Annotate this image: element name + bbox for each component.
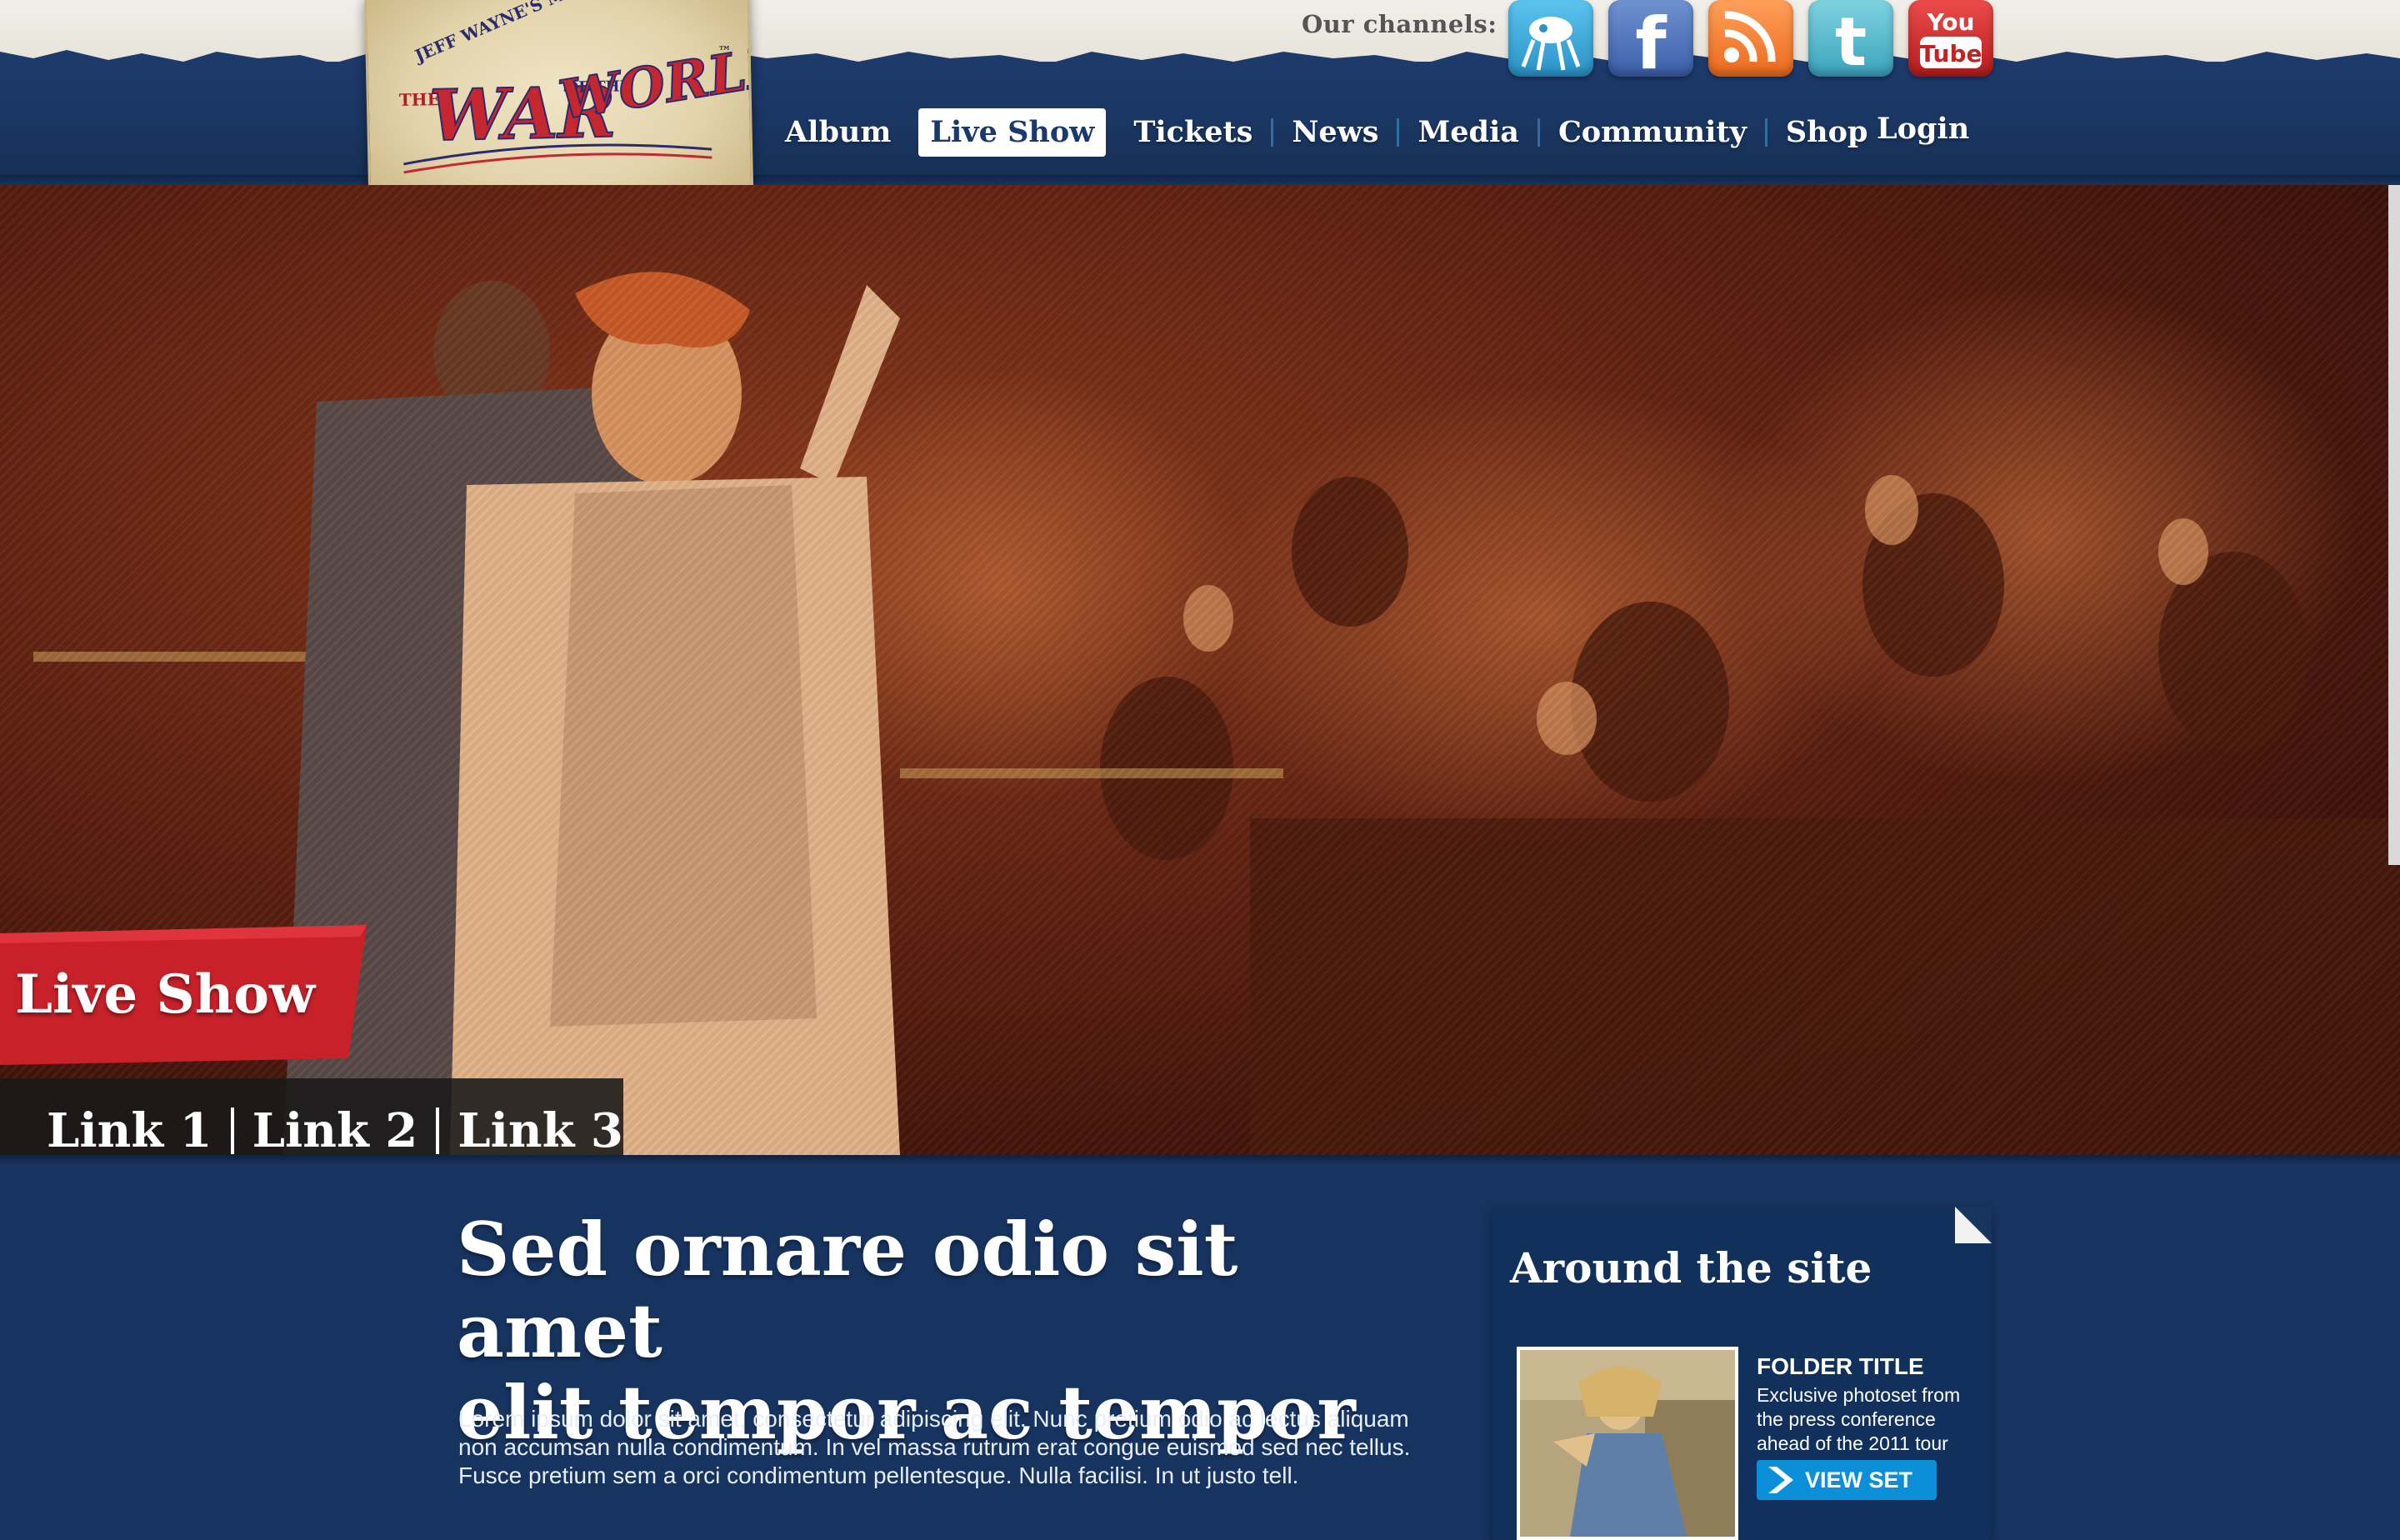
hero-link-2[interactable]: Link 2	[252, 1103, 418, 1155]
martian-icon	[1521, 17, 1581, 71]
headline-line-1: Sed ornare odio sit amet	[457, 1206, 1238, 1374]
nav-item-news[interactable]: News	[1280, 108, 1390, 157]
svg-text:f: f	[1635, 2, 1668, 77]
content-top-edge	[0, 1155, 2400, 1167]
nav-item-shop[interactable]: Shop	[1774, 108, 1880, 157]
link-separator	[436, 1108, 440, 1154]
nav-item-live-show[interactable]: Live Show	[918, 108, 1107, 157]
folder-description: Exclusive photoset from the press confer…	[1757, 1384, 1961, 1454]
nav-item-media[interactable]: Media	[1406, 108, 1530, 157]
nav-separator	[1397, 118, 1400, 147]
main-nav: Album Live Show Tickets News Media Commu…	[773, 107, 1879, 158]
martian-channel-button[interactable]	[1508, 0, 1593, 77]
logo-tm-text: ™	[718, 43, 731, 59]
facebook-icon: f	[1635, 2, 1668, 77]
view-set-button[interactable]: VIEW SET	[1757, 1460, 1937, 1500]
hero-link-3[interactable]: Link 3	[458, 1103, 623, 1155]
photoset-image	[1520, 1350, 1735, 1537]
article-body: Lorem ipsum dolor sit amet, consectetur …	[458, 1406, 1411, 1488]
view-set-label: VIEW SET	[1805, 1467, 1913, 1492]
link-separator	[230, 1108, 234, 1154]
youtube-icon: You Tube	[1920, 8, 1982, 68]
nav-separator	[1271, 118, 1274, 147]
nav-item-tickets[interactable]: Tickets	[1122, 108, 1264, 157]
rss-icon	[1724, 11, 1776, 62]
hero-links-bar: Link 1 Link 2 Link 3	[0, 1078, 623, 1155]
folder-thumbnail[interactable]	[1517, 1347, 1738, 1540]
channels-label: Our channels:	[1302, 10, 1498, 38]
svg-text:Tube: Tube	[1920, 40, 1982, 68]
folder-title[interactable]: FOLDER TITLE	[1757, 1353, 1924, 1380]
nav-separator	[1764, 118, 1768, 147]
page-fold-icon	[1955, 1207, 1992, 1243]
sidebar-title: Around the site	[1510, 1243, 1872, 1292]
login-link[interactable]: Login	[1877, 112, 1969, 146]
section-ribbon: Live Show	[0, 925, 375, 1065]
twitter-channel-button[interactable]: t	[1808, 0, 1893, 77]
hero-link-1[interactable]: Link 1	[47, 1103, 212, 1155]
scrollbar-thumb[interactable]	[2388, 185, 2400, 865]
nav-item-album[interactable]: Album	[773, 108, 902, 157]
youtube-channel-button[interactable]: You Tube	[1908, 0, 1993, 77]
facebook-channel-button[interactable]: f	[1608, 0, 1693, 77]
svg-text:You: You	[1927, 8, 1975, 36]
rss-channel-button[interactable]	[1708, 0, 1793, 77]
section-title: Live Show	[15, 963, 316, 1026]
around-the-site-panel: Around the site FOLDER TITLE Exclusive p…	[1492, 1207, 1992, 1540]
twitter-icon: t	[1835, 3, 1867, 77]
svg-text:t: t	[1835, 3, 1867, 77]
nav-separator	[1537, 118, 1540, 147]
nav-item-community[interactable]: Community	[1547, 108, 1758, 157]
chevron-right-icon	[1768, 1467, 1793, 1493]
hero-banner: Live Show Link 1 Link 2 Link 3	[0, 185, 2400, 1155]
